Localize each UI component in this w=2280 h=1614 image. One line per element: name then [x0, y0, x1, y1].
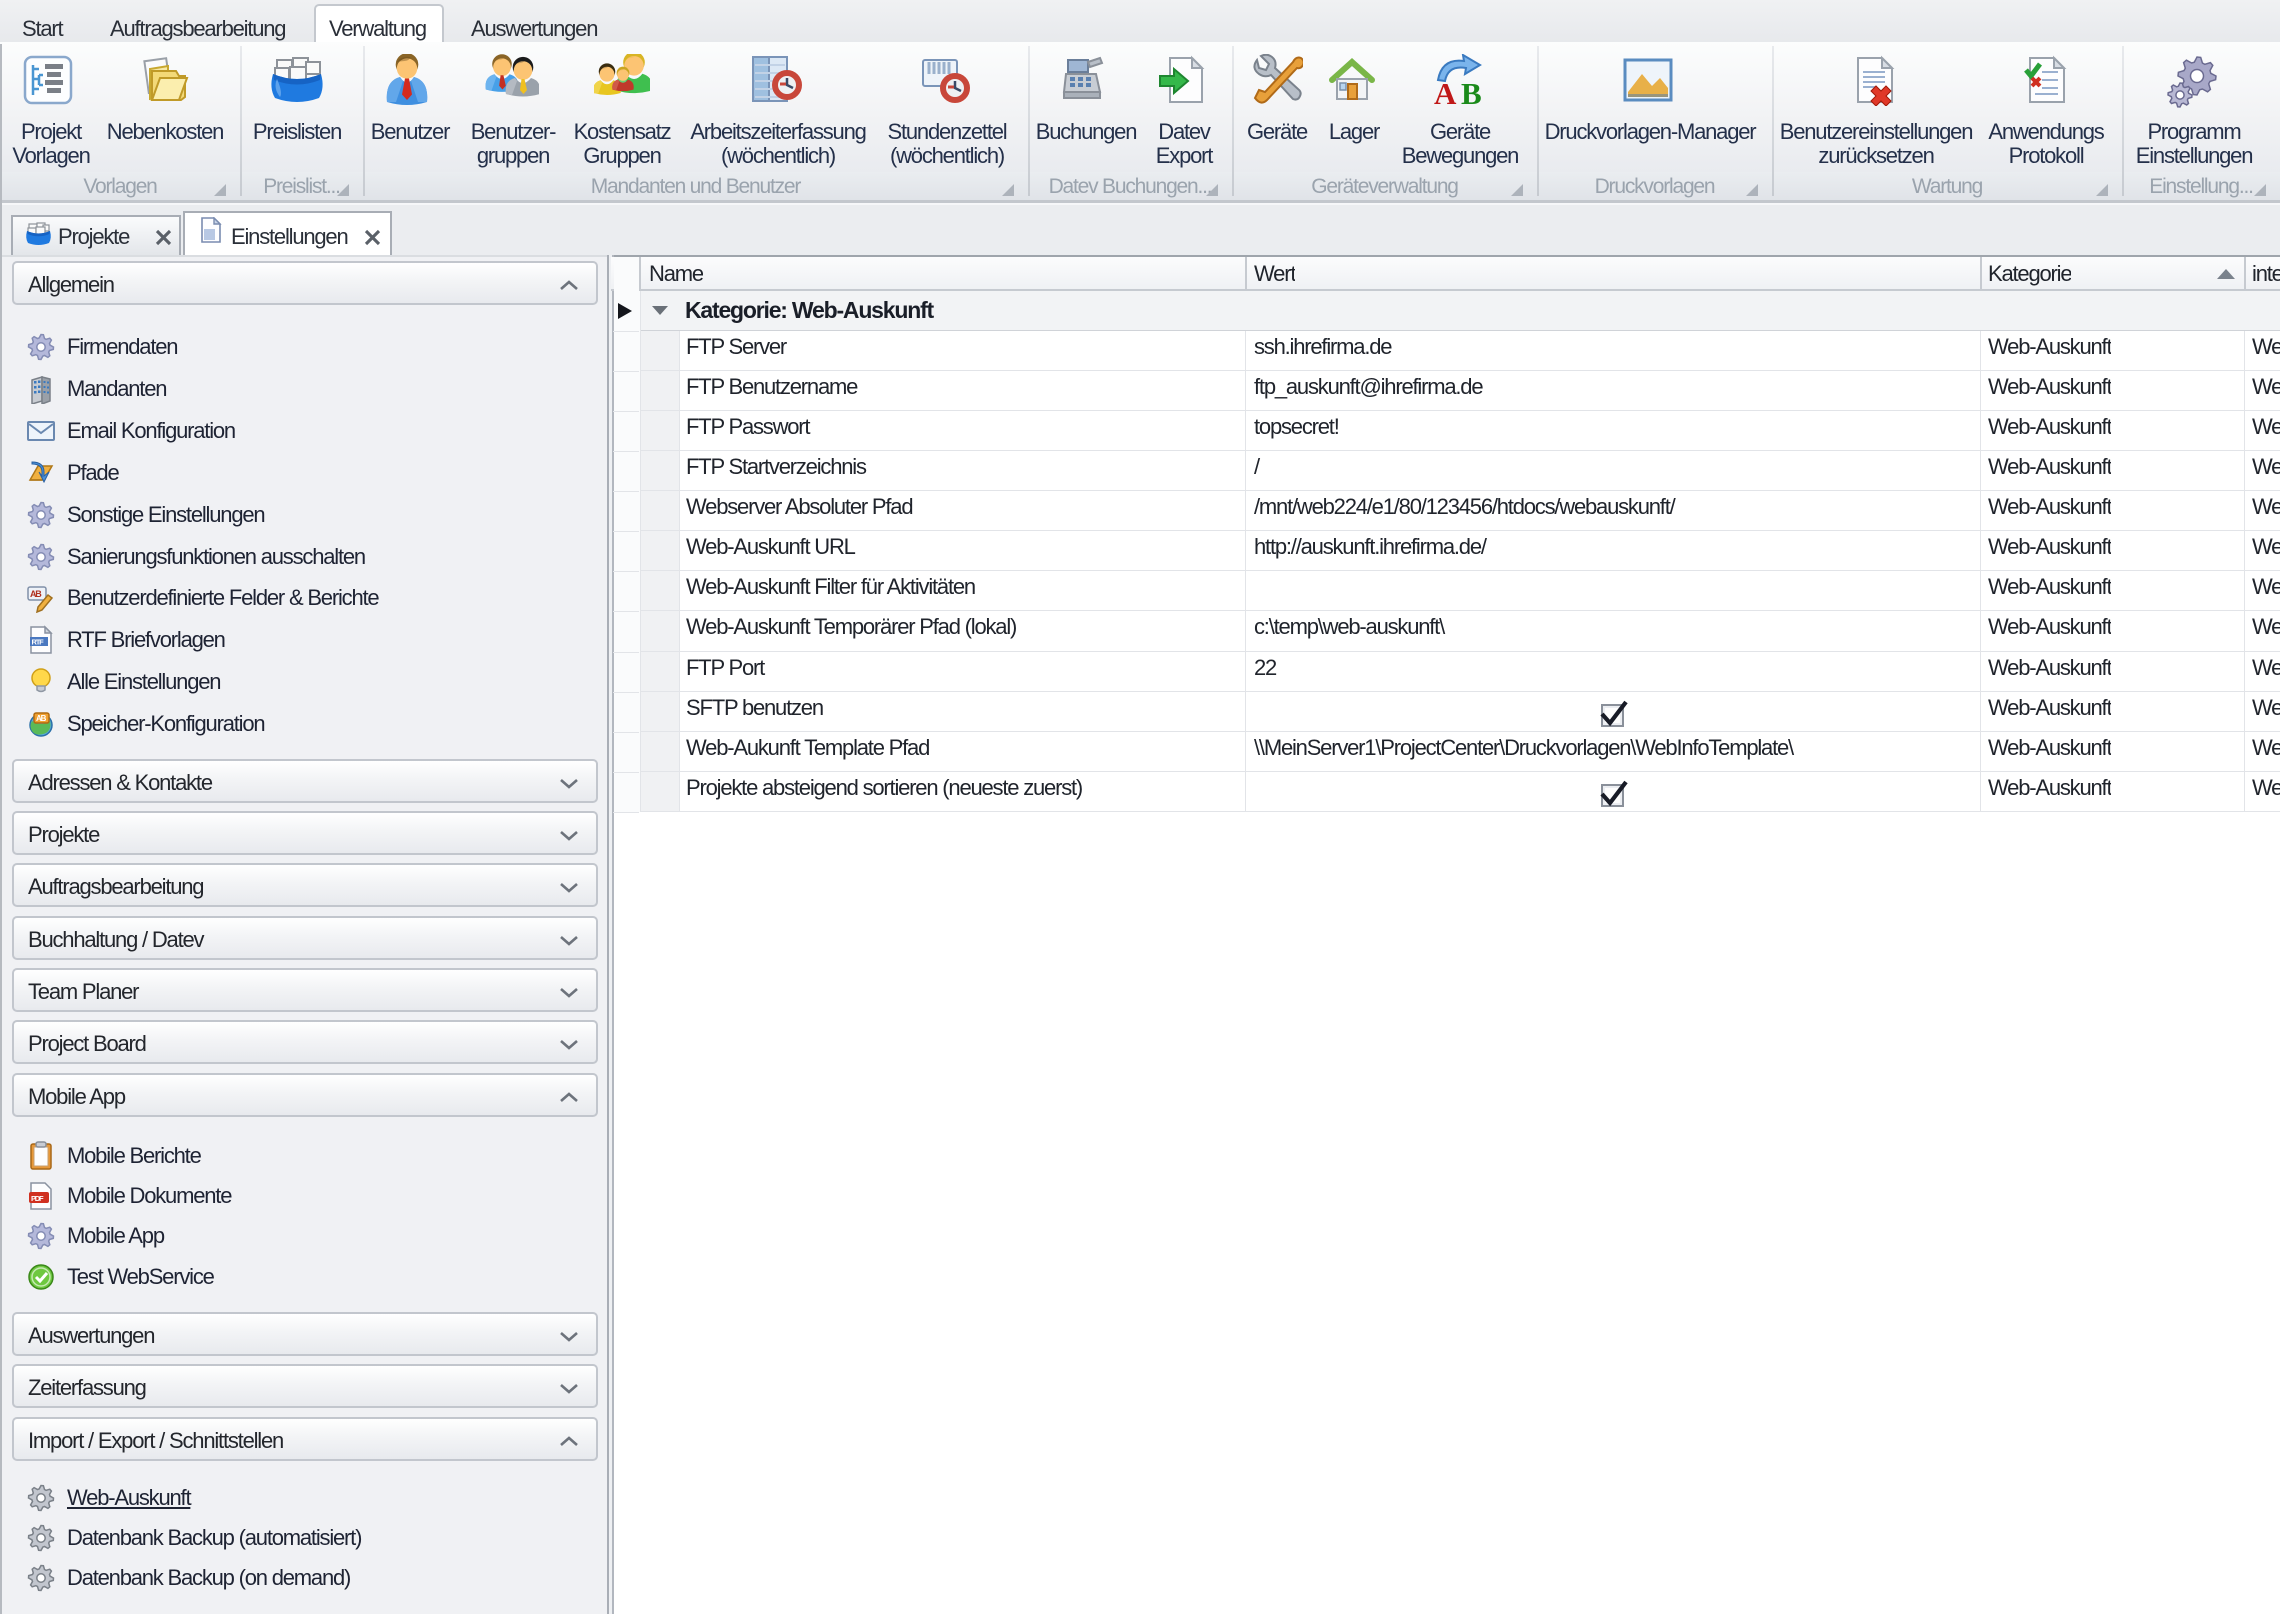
svg-text:B: B [1461, 76, 1481, 106]
svg-text:PDF: PDF [31, 1194, 44, 1203]
svg-text:RTF: RTF [32, 638, 45, 647]
svg-text:AB: AB [36, 714, 47, 723]
svg-text:AB: AB [30, 589, 42, 599]
svg-text:A: A [1434, 76, 1457, 106]
